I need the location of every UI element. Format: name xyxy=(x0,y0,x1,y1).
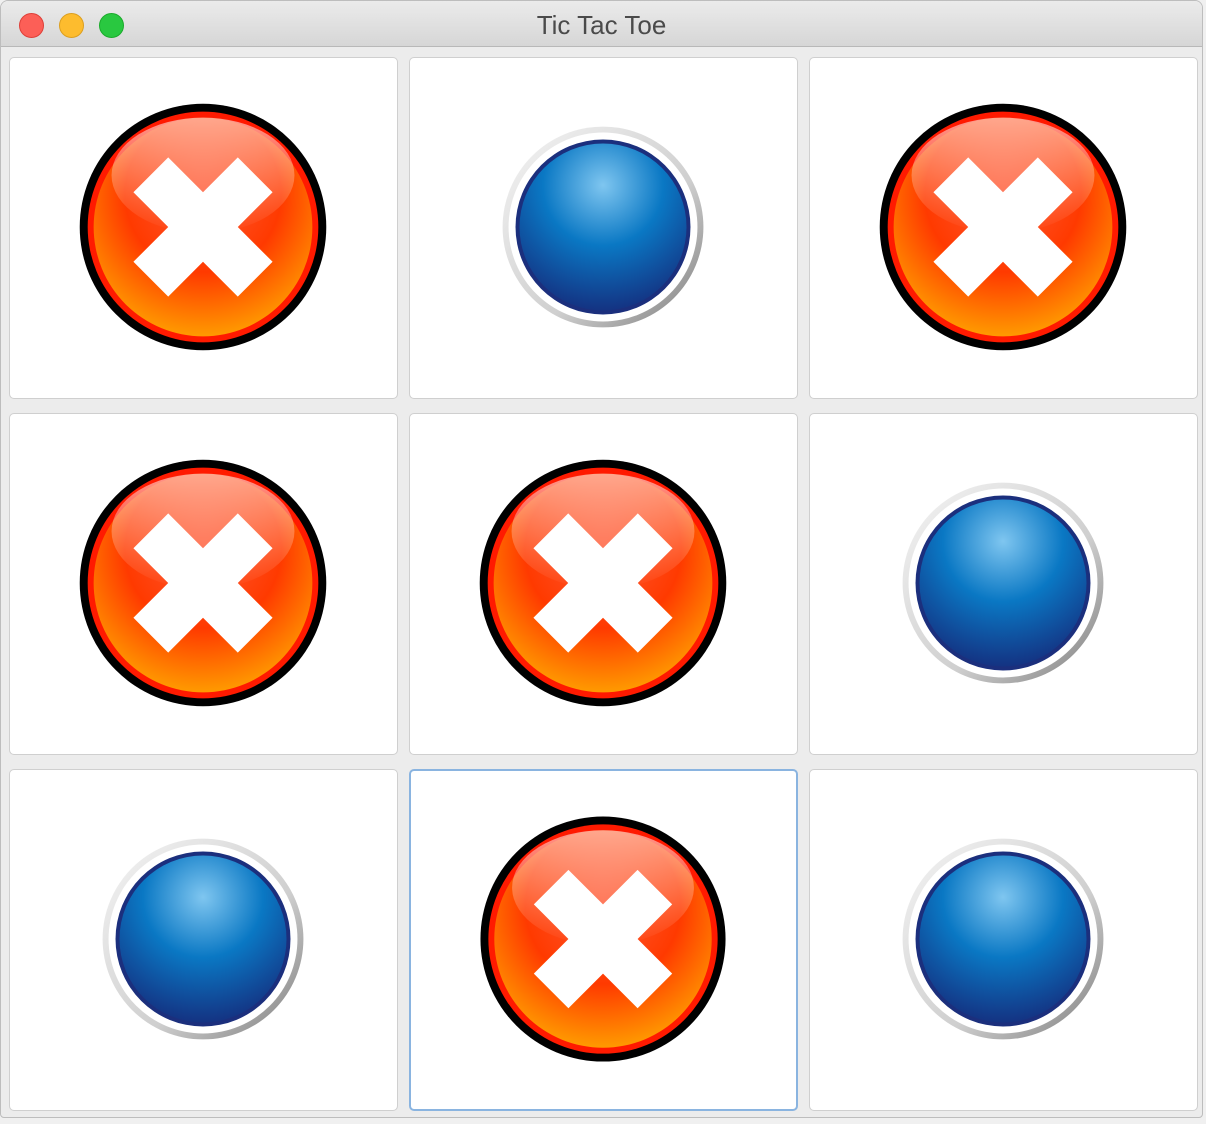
o-mark-icon xyxy=(102,838,304,1040)
x-mark-icon xyxy=(879,103,1127,351)
title-bar[interactable]: Tic Tac Toe xyxy=(1,1,1202,47)
x-mark-icon xyxy=(480,816,726,1062)
o-mark-icon xyxy=(502,126,704,328)
board-cell-3-2[interactable] xyxy=(409,769,798,1111)
board-cell-3-1[interactable] xyxy=(9,769,398,1111)
x-mark-icon xyxy=(79,459,327,707)
board-cell-2-3[interactable] xyxy=(809,413,1198,755)
o-mark-icon xyxy=(902,482,1104,684)
board-cell-2-2[interactable] xyxy=(409,413,798,755)
game-window: Tic Tac Toe xyxy=(0,0,1203,1118)
board-cell-1-3[interactable] xyxy=(809,57,1198,399)
x-mark-icon xyxy=(479,459,727,707)
o-mark-icon xyxy=(902,838,1104,1040)
board-cell-1-2[interactable] xyxy=(409,57,798,399)
board-cell-3-3[interactable] xyxy=(809,769,1198,1111)
board-cell-2-1[interactable] xyxy=(9,413,398,755)
window-title: Tic Tac Toe xyxy=(536,10,667,40)
x-mark-icon xyxy=(79,103,327,351)
game-board xyxy=(1,47,1202,1117)
board-cell-1-1[interactable] xyxy=(9,57,398,399)
